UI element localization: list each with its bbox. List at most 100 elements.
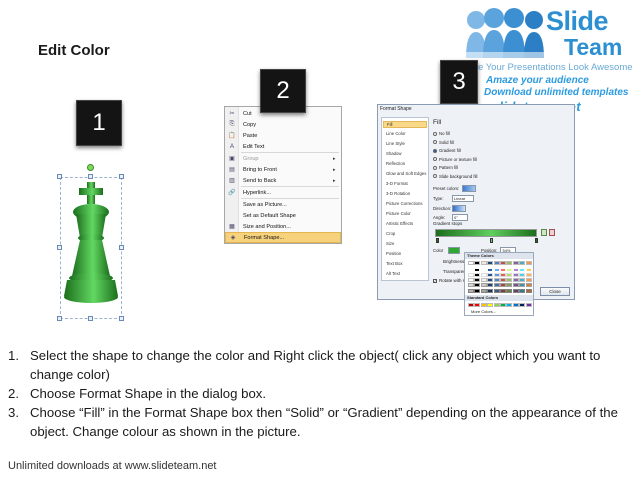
color-swatch[interactable] [468, 278, 474, 283]
color-swatch[interactable] [506, 261, 513, 265]
standard-color-swatch[interactable] [512, 303, 519, 307]
color-swatch[interactable] [519, 267, 526, 272]
more-colors-link[interactable]: More Colors... [471, 309, 496, 314]
dialog-sidebar-item[interactable]: Alt Text [386, 271, 400, 276]
color-swatch[interactable] [493, 272, 500, 277]
standard-color-swatch[interactable] [493, 303, 500, 307]
fill-option-radio[interactable]: No fill [433, 131, 450, 136]
menu-item[interactable]: ▥ Send to Back ▸ [225, 175, 341, 186]
color-swatch[interactable] [525, 267, 532, 272]
dialog-sidebar-item[interactable]: Line Style [386, 141, 405, 146]
color-swatch[interactable] [519, 261, 526, 265]
standard-color-swatch[interactable] [468, 303, 474, 307]
color-swatch[interactable] [525, 261, 532, 265]
color-swatch[interactable] [519, 288, 526, 293]
gradient-stops-bar[interactable] [435, 229, 537, 237]
add-stop-icon[interactable] [541, 229, 547, 236]
color-swatch[interactable] [519, 278, 526, 283]
color-swatch[interactable] [525, 283, 532, 288]
menu-item[interactable]: Save as Picture... [225, 199, 341, 210]
menu-item[interactable]: Set as Default Shape [225, 210, 341, 221]
color-swatch[interactable] [525, 278, 532, 283]
color-swatch[interactable] [493, 267, 500, 272]
color-swatch[interactable] [519, 272, 526, 277]
dialog-sidebar-item[interactable]: Shadow [386, 151, 402, 156]
gradient-stop-handle[interactable] [436, 238, 439, 243]
menu-item[interactable]: ▤ Bring to Front ▸ [225, 164, 341, 175]
color-swatch[interactable] [500, 261, 506, 265]
menu-item[interactable]: ◈ Format Shape... [225, 232, 341, 243]
color-swatch[interactable] [474, 261, 481, 265]
dialog-sidebar-item[interactable]: Size [386, 241, 394, 246]
rotate-handle[interactable] [87, 164, 94, 171]
close-button[interactable]: Close [540, 287, 570, 296]
color-swatch[interactable] [468, 267, 474, 272]
fill-option-radio[interactable]: Gradient fill [433, 148, 461, 153]
resize-handle[interactable] [57, 174, 62, 179]
menu-item[interactable]: ▦ Size and Position... [225, 221, 341, 232]
color-swatch[interactable] [493, 278, 500, 283]
color-swatch[interactable] [525, 288, 532, 293]
fill-option-radio[interactable]: Solid fill [433, 140, 454, 145]
color-swatch[interactable] [487, 288, 494, 293]
color-swatch[interactable] [493, 288, 500, 293]
standard-color-swatch[interactable] [519, 303, 526, 307]
standard-color-swatch[interactable] [474, 303, 481, 307]
color-swatch[interactable] [487, 267, 494, 272]
gradient-stop-handle[interactable] [535, 238, 538, 243]
color-swatch[interactable] [493, 283, 500, 288]
color-swatch[interactable] [500, 278, 506, 283]
resize-handle[interactable] [88, 316, 93, 321]
standard-color-swatch[interactable] [506, 303, 513, 307]
color-swatch[interactable] [480, 261, 487, 265]
color-swatch[interactable] [512, 267, 519, 272]
color-swatch[interactable] [468, 272, 474, 277]
color-swatch[interactable] [512, 261, 519, 265]
color-swatch[interactable] [512, 288, 519, 293]
color-swatch[interactable] [480, 278, 487, 283]
color-swatch[interactable] [487, 283, 494, 288]
color-swatch[interactable] [474, 278, 481, 283]
color-swatch[interactable] [512, 278, 519, 283]
menu-item[interactable]: ▣ Group ▸ [225, 153, 341, 164]
dialog-sidebar-item[interactable]: Artistic Effects [386, 221, 413, 226]
fill-option-radio[interactable]: Slide background fill [433, 174, 477, 179]
color-swatch[interactable] [506, 288, 513, 293]
dialog-sidebar-item[interactable]: Line Color [386, 131, 406, 136]
dialog-sidebar-item[interactable]: Reflection [386, 161, 405, 166]
menu-item[interactable]: 🔗 Hyperlink... [225, 187, 341, 198]
color-swatch[interactable] [506, 283, 513, 288]
color-swatch[interactable] [487, 272, 494, 277]
fill-option-radio[interactable]: Picture or texture fill [433, 157, 477, 162]
color-dropdown[interactable] [448, 247, 460, 254]
color-swatch[interactable] [500, 288, 506, 293]
color-swatch[interactable] [500, 283, 506, 288]
dialog-sidebar-item[interactable]: 3-D Rotation [386, 191, 410, 196]
dialog-sidebar-item[interactable]: Crop [386, 231, 395, 236]
dialog-sidebar-item[interactable]: 3-D Format [386, 181, 408, 186]
color-swatch[interactable] [500, 267, 506, 272]
color-swatch[interactable] [506, 267, 513, 272]
color-swatch[interactable] [468, 288, 474, 293]
gradient-stop-handle[interactable] [490, 238, 493, 243]
color-swatch[interactable] [512, 283, 519, 288]
color-swatch[interactable] [480, 283, 487, 288]
color-swatch[interactable] [506, 272, 513, 277]
fill-option-radio[interactable]: Pattern fill [433, 165, 458, 170]
chess-king-icon[interactable] [62, 180, 120, 308]
dialog-sidebar-item[interactable]: Picture Corrections [386, 201, 423, 206]
color-swatch[interactable] [474, 288, 481, 293]
resize-handle[interactable] [119, 174, 124, 179]
resize-handle[interactable] [57, 316, 62, 321]
color-swatch[interactable] [480, 267, 487, 272]
color-swatch[interactable] [487, 278, 494, 283]
remove-stop-icon[interactable] [549, 229, 555, 236]
dialog-sidebar-item[interactable]: Glow and Soft Edges [386, 171, 426, 176]
color-swatch[interactable] [525, 272, 532, 277]
color-swatch[interactable] [512, 272, 519, 277]
angle-input[interactable]: 0° [452, 214, 468, 221]
menu-item[interactable]: A Edit Text [225, 141, 341, 152]
color-swatch[interactable] [519, 283, 526, 288]
dialog-sidebar-item[interactable]: Text Box [386, 261, 402, 266]
color-swatch[interactable] [474, 267, 481, 272]
